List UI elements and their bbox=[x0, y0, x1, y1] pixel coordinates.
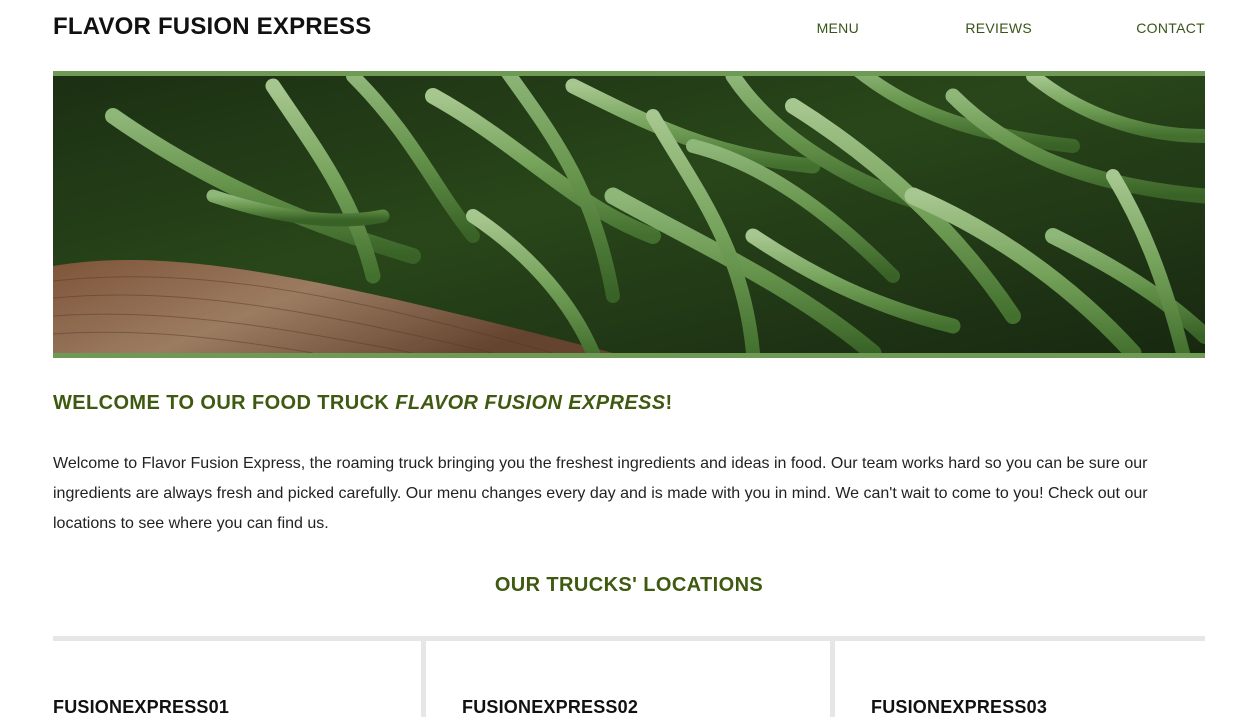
nav-link-reviews[interactable]: REVIEWS bbox=[965, 20, 1032, 36]
card-divider bbox=[421, 641, 426, 717]
green-beans-photo bbox=[53, 76, 1205, 353]
truck-name: FUSIONEXPRESS03 bbox=[871, 697, 1048, 717]
truck-card: FUSIONEXPRESS03 bbox=[871, 641, 1205, 717]
nav-link-menu[interactable]: MENU bbox=[817, 20, 859, 36]
site-logo-text[interactable]: FLAVOR FUSION EXPRESS bbox=[53, 13, 371, 41]
nav-link-contact[interactable]: CONTACT bbox=[1136, 20, 1205, 36]
truck-card: FUSIONEXPRESS01 bbox=[53, 641, 421, 717]
truck-card: FUSIONEXPRESS02 bbox=[462, 641, 830, 717]
truck-name: FUSIONEXPRESS01 bbox=[53, 697, 230, 717]
welcome-heading-brand: FLAVOR FUSION EXPRESS bbox=[395, 392, 666, 414]
hero-banner bbox=[53, 71, 1205, 358]
locations-heading: OUR TRUCKS' LOCATIONS bbox=[494, 574, 764, 596]
site-header: FLAVOR FUSION EXPRESS MENU REVIEWS CONTA… bbox=[53, 0, 1205, 72]
welcome-heading: WELCOME TO OUR FOOD TRUCK FLAVOR FUSION … bbox=[53, 392, 673, 415]
truck-name: FUSIONEXPRESS02 bbox=[462, 697, 639, 717]
welcome-heading-prefix: WELCOME TO OUR FOOD TRUCK bbox=[53, 392, 396, 414]
welcome-text: Welcome to Flavor Fusion Express, the ro… bbox=[53, 455, 1148, 532]
card-divider bbox=[830, 641, 835, 717]
page: FLAVOR FUSION EXPRESS MENU REVIEWS CONTA… bbox=[0, 0, 1241, 717]
welcome-heading-suffix: ! bbox=[665, 392, 673, 414]
